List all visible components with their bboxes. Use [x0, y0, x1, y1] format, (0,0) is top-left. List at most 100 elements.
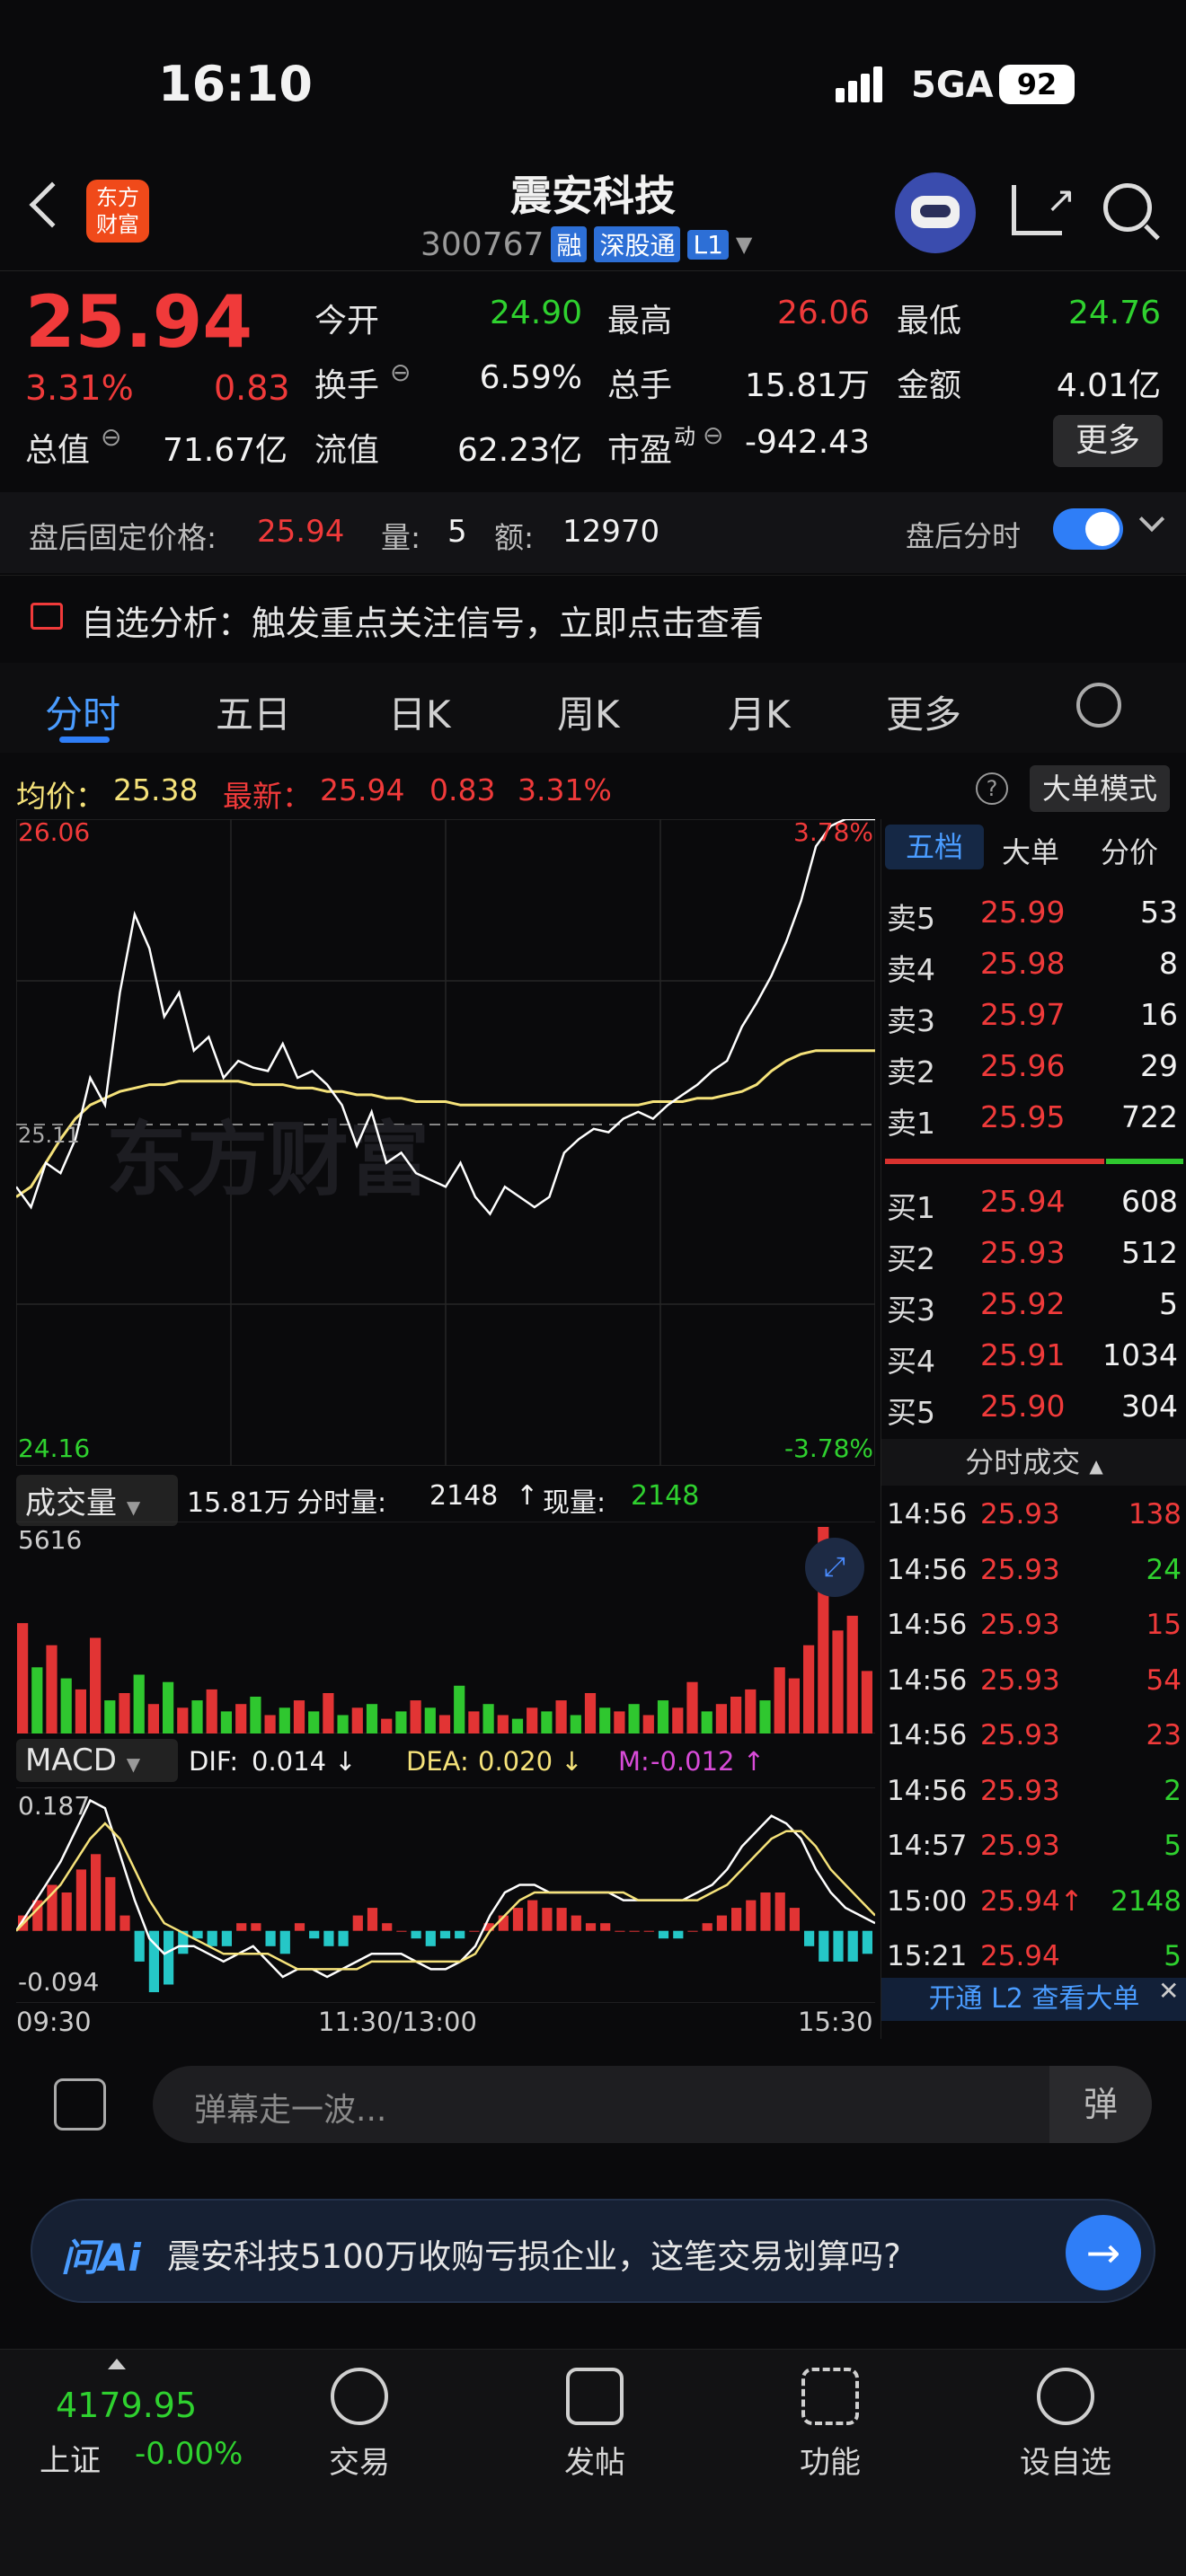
close-icon[interactable]: ✕ — [1158, 1976, 1179, 2006]
macd-bar — [75, 1869, 86, 1931]
volume-bar — [599, 1707, 611, 1734]
macd-header: MACD ▼ DIF: 0.014 ↓ DEA: 0.020 ↓ M: -0.0… — [16, 1735, 875, 1786]
ask-row[interactable]: 卖3 25.97 16 — [881, 990, 1186, 1040]
arrow-right-icon[interactable]: → — [1066, 2215, 1141, 2290]
turnover-info-icon[interactable]: ⊖ — [390, 357, 411, 387]
macd-bar — [455, 1930, 465, 1939]
tick-time: 15:21 — [887, 1940, 968, 1972]
tick-volume: 15 — [1146, 1609, 1182, 1641]
tab-price-dist[interactable]: 分价 — [1101, 830, 1158, 871]
tab-big-orders[interactable]: 大单 — [1002, 830, 1059, 871]
battery-indicator: 92 — [999, 65, 1075, 104]
volume-bar — [570, 1715, 581, 1734]
macd-bar — [615, 1930, 625, 1932]
ask-row[interactable]: 卖4 25.98 8 — [881, 939, 1186, 989]
l2-upgrade-banner[interactable]: 开通 L2 查看大单 — [881, 1978, 1186, 2021]
order-book-panel: 五档 大单 分价 卖5 25.99 53 卖4 25.98 8 卖3 25.97 16 卖2 25.… — [881, 819, 1186, 2041]
volume-bar — [584, 1693, 597, 1734]
open-label: 今开 — [314, 303, 380, 340]
macd-bar — [279, 1930, 290, 1954]
ask-row[interactable]: 卖1 25.95 722 — [881, 1092, 1186, 1142]
ask-row[interactable]: 卖2 25.96 29 — [881, 1041, 1186, 1091]
latest-value: 25.94 — [320, 772, 405, 807]
level-label: 卖5 — [887, 901, 935, 936]
pe-value: -942.43 — [745, 424, 870, 461]
volume-max-label: 5616 — [18, 1525, 82, 1555]
after-hours-toggle[interactable] — [1053, 508, 1123, 550]
macd-bar — [192, 1930, 203, 1939]
ai-question-banner[interactable]: 问Ai 震安科技5100万收购亏损企业，这笔交易划算吗? → — [31, 2199, 1155, 2303]
tick-row: 14:56 25.93 15 — [881, 1600, 1186, 1654]
tab-five-levels[interactable]: 五档 — [885, 825, 984, 869]
bid-row[interactable]: 买2 25.93 512 — [881, 1228, 1186, 1278]
gear-icon[interactable] — [1076, 683, 1121, 728]
index-value[interactable]: 4179.95 — [56, 2386, 197, 2425]
volume-header: 成交量 ▼ 15.81万 分时量: 2148 ↑ 现量: 2148 — [16, 1469, 875, 1526]
tab-add-watchlist[interactable]: 设自选 — [976, 2368, 1155, 2482]
volume-bar — [861, 1671, 872, 1734]
level-price: 25.93 — [980, 1235, 1066, 1270]
ref-price-label: 25.11 — [18, 1123, 80, 1148]
tick-row: 14:56 25.93 2 — [881, 1766, 1186, 1820]
change-value: 0.83 — [214, 368, 290, 408]
danmu-settings-icon[interactable] — [54, 2078, 106, 2130]
intraday-chart[interactable]: 东方财富 26.06 24.16 3.78% -3.78% 25.11 — [16, 819, 875, 1466]
status-time: 16:10 — [158, 56, 313, 112]
macd-bar — [309, 1930, 320, 1939]
tab-weekly-k[interactable]: 周K — [557, 684, 620, 739]
expand-chevron-icon[interactable] — [1138, 506, 1165, 533]
search-icon[interactable] — [1103, 183, 1152, 232]
tab-functions[interactable]: 功能 — [740, 2368, 920, 2482]
index-pct[interactable]: -0.00% — [135, 2436, 243, 2472]
volume-title: 成交量 — [25, 1486, 117, 1522]
macd-max-label: 0.187 — [18, 1791, 90, 1821]
tab-more[interactable]: 更多 — [886, 684, 961, 739]
bid-row[interactable]: 买4 25.91 1034 — [881, 1330, 1186, 1381]
volume-bar — [177, 1707, 189, 1734]
ticks-header[interactable]: 分时成交 ▲ — [881, 1439, 1186, 1486]
tick-time: 14:56 — [887, 1774, 968, 1807]
tab-post[interactable]: 发帖 — [505, 2368, 685, 2482]
volume-bar — [832, 1630, 844, 1734]
tick-price: 25.93 — [980, 1609, 1060, 1641]
volume-bar — [642, 1715, 654, 1734]
volume-bar — [555, 1700, 567, 1734]
info-icon[interactable]: ⊖ — [101, 422, 121, 452]
danmu-send-button[interactable]: 弹 — [1049, 2066, 1152, 2143]
tick-row: 15:21 25.94 5 — [881, 1931, 1186, 1985]
tab-daily-k[interactable]: 日K — [388, 684, 451, 739]
more-button[interactable]: 更多 — [1053, 415, 1163, 467]
bid-row[interactable]: 买1 25.94 608 — [881, 1177, 1186, 1227]
volume-bar — [293, 1700, 305, 1734]
volume-indicator-select[interactable]: 成交量 ▼ — [16, 1475, 178, 1526]
help-icon[interactable]: ? — [976, 772, 1008, 805]
dif-value: 0.014 ↓ — [252, 1746, 357, 1777]
robot-assistant-icon[interactable] — [895, 172, 976, 253]
ask-row[interactable]: 卖5 25.99 53 — [881, 887, 1186, 938]
tick-volume: 2148 — [1111, 1884, 1182, 1918]
last-price: 25.94 — [25, 280, 253, 364]
macd-indicator-select[interactable]: MACD ▼ — [16, 1739, 178, 1782]
tick-time: 14:56 — [887, 1609, 968, 1641]
volume-bar — [497, 1715, 509, 1734]
macd-bar — [571, 1915, 581, 1931]
bid-row[interactable]: 买3 25.92 5 — [881, 1279, 1186, 1329]
tab-monthly-k[interactable]: 月K — [728, 684, 791, 739]
bid-row[interactable]: 买5 25.90 304 — [881, 1381, 1186, 1432]
tab-five-day[interactable]: 五日 — [216, 684, 291, 739]
analysis-alert[interactable]: 自选分析：触发重点关注信号，立即点击查看 — [0, 575, 1186, 657]
pct-min-label: -3.78% — [784, 1434, 873, 1463]
big-order-mode-button[interactable]: 大单模式 — [1030, 765, 1170, 812]
level-volume: 16 — [1140, 997, 1178, 1032]
danmu-input[interactable]: 弹幕走一波... 弹 — [153, 2066, 1152, 2143]
fullscreen-icon[interactable]: ⤢ — [805, 1538, 864, 1597]
index-name[interactable]: 上证 — [40, 2436, 101, 2480]
chevron-down-icon[interactable]: ▼ — [736, 232, 752, 257]
tab-trade[interactable]: 交易 — [270, 2368, 449, 2482]
volume-bar — [614, 1711, 625, 1734]
volume-bar — [31, 1667, 43, 1734]
volume-bar — [147, 1704, 159, 1734]
pe-info-icon[interactable]: ⊖ — [703, 420, 723, 450]
tab-intraday[interactable]: 分时 — [45, 684, 120, 739]
volume-bar — [628, 1704, 640, 1734]
